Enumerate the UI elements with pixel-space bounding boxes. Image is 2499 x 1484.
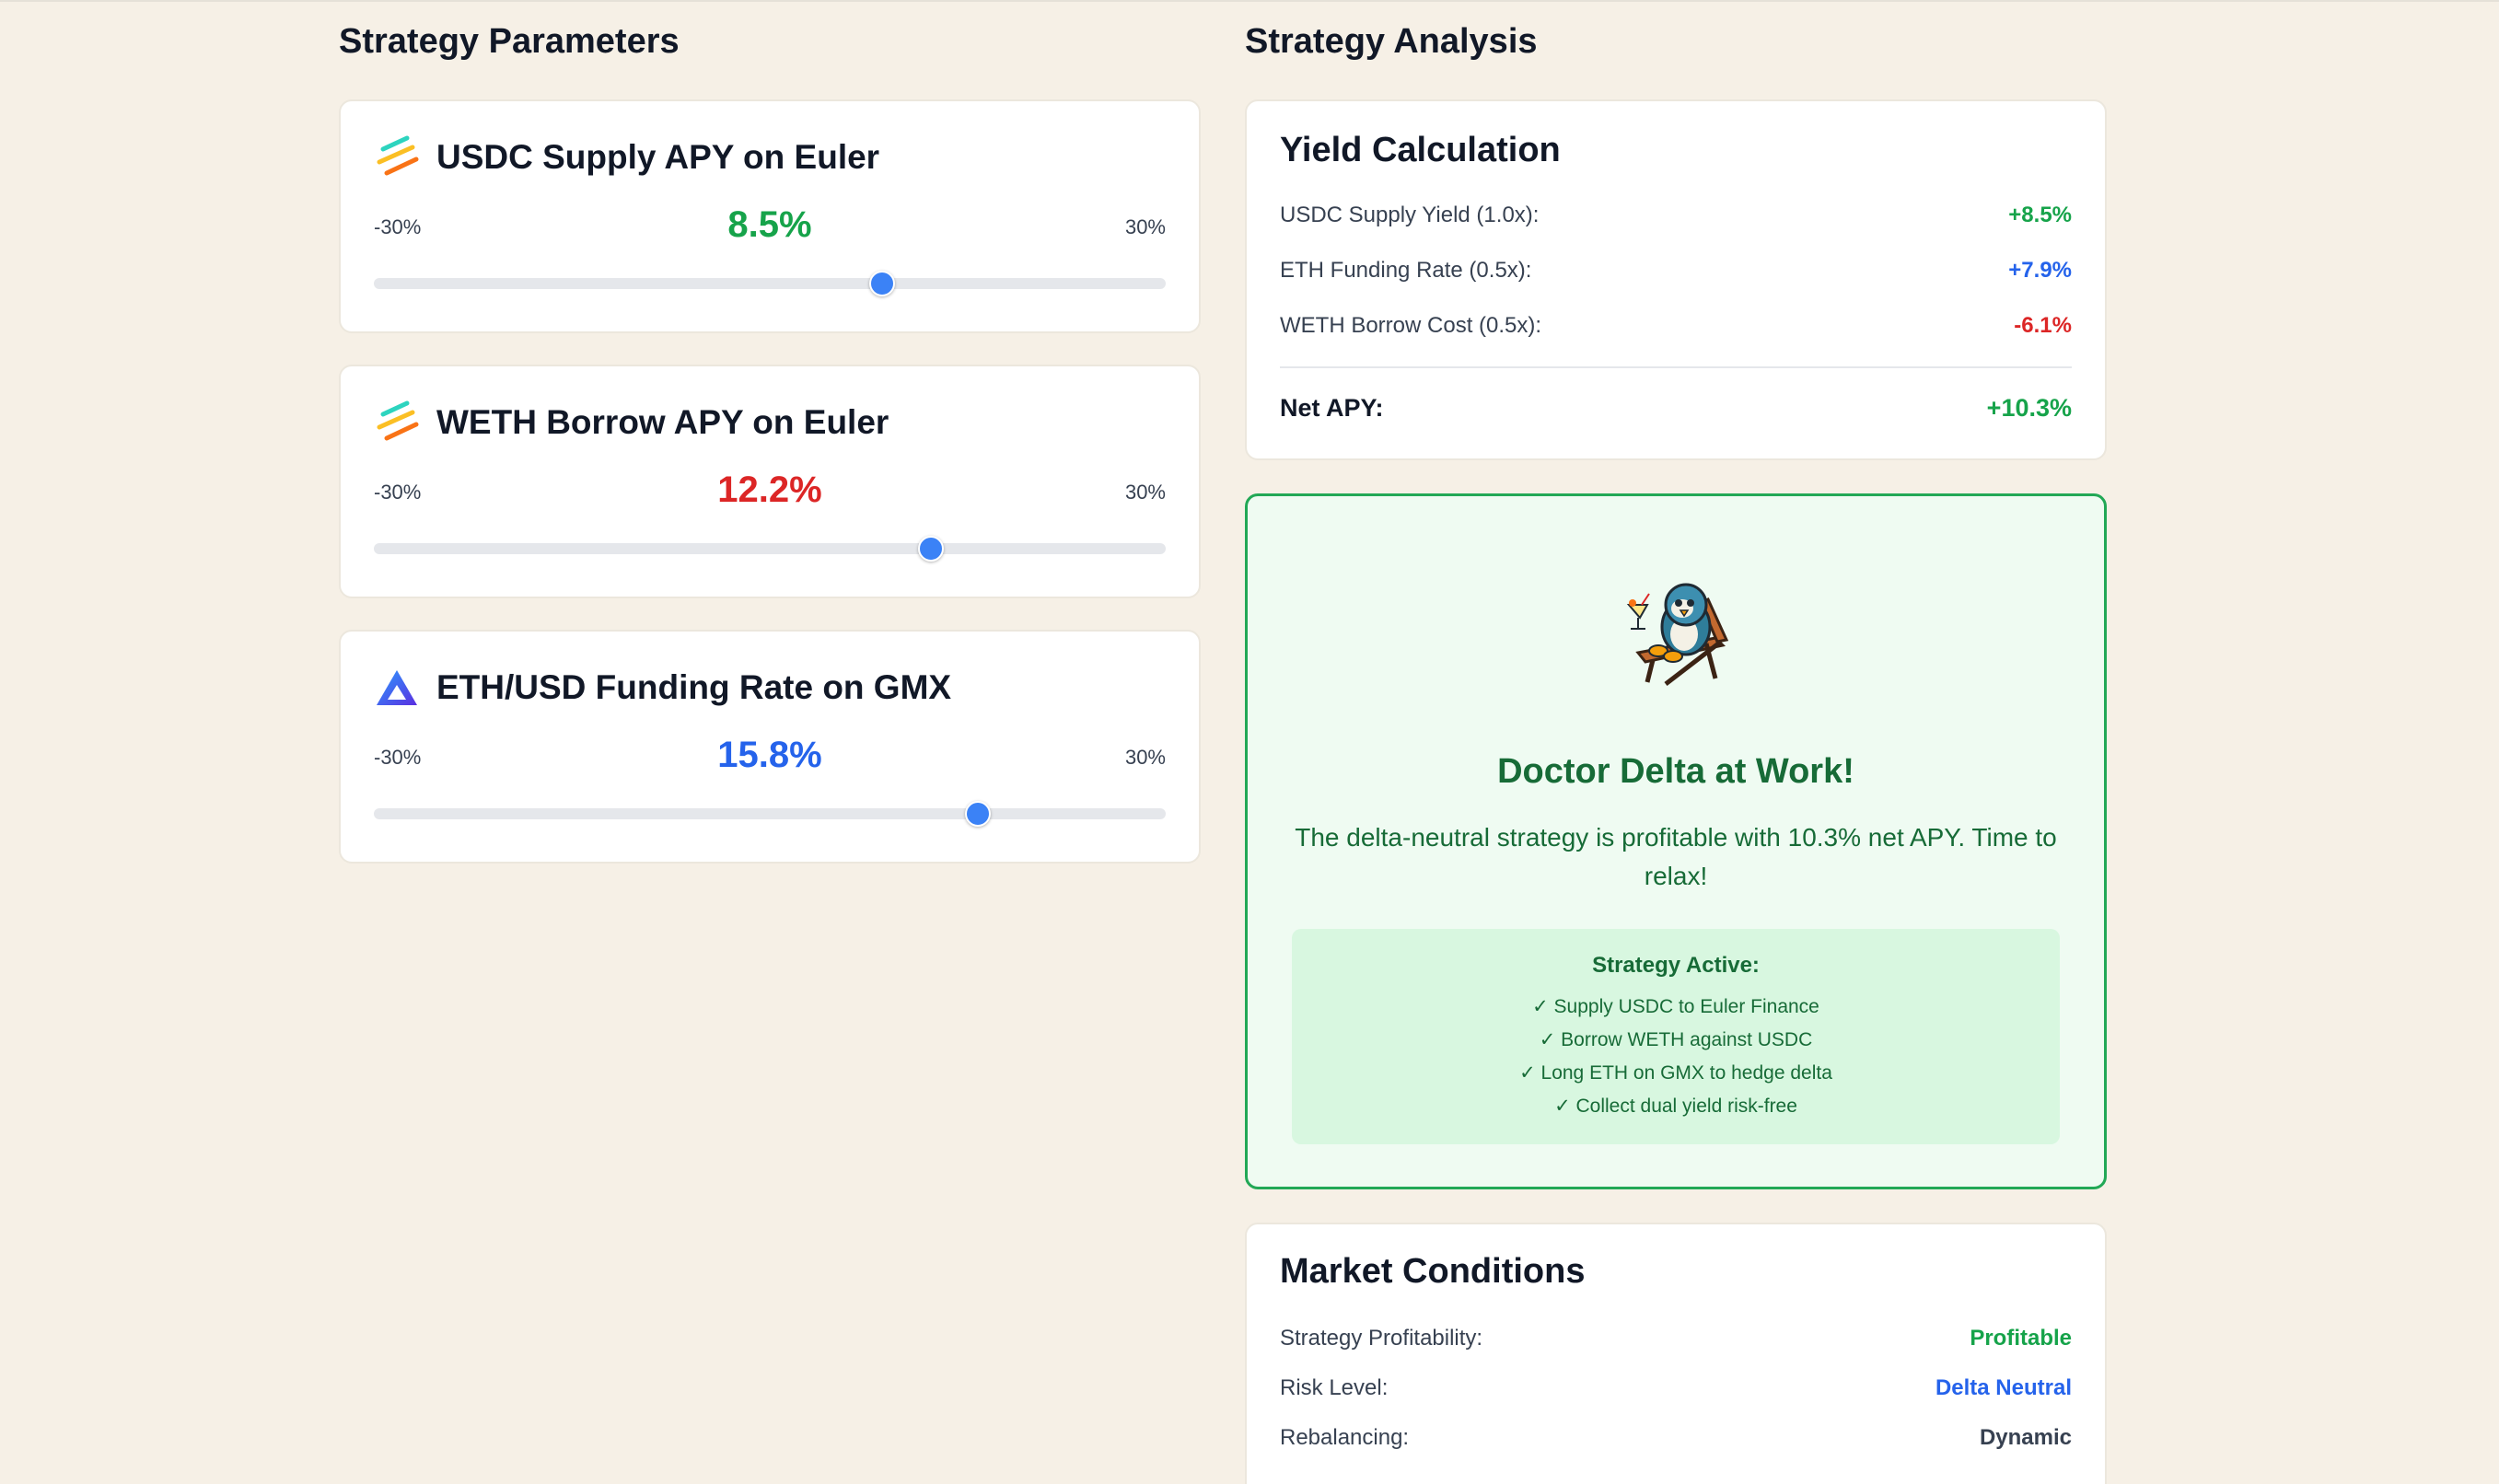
strategy-parameters-title: Strategy Parameters xyxy=(339,22,680,61)
yield-calculation-card: Yield Calculation USDC Supply Yield (1.0… xyxy=(1245,99,2107,460)
yield-row-label: WETH Borrow Cost (0.5x): xyxy=(1280,313,1542,338)
slider-thumb[interactable] xyxy=(965,801,992,827)
market-row-value: Delta Neutral xyxy=(1935,1375,2072,1400)
market-row-label: Risk Level: xyxy=(1280,1375,1389,1400)
yield-calculation-title: Yield Calculation xyxy=(1280,131,1561,169)
doctor-delta-title: Doctor Delta at Work! xyxy=(1497,752,1854,791)
weth-borrow-apy-card: WETH Borrow APY on Euler -30% 12.2% 30% xyxy=(339,365,1201,598)
gmx-logo-icon xyxy=(377,670,417,705)
yield-row-value: +7.9% xyxy=(2008,258,2072,283)
market-conditions-card: Market Conditions Strategy Profitability… xyxy=(1245,1223,2107,1484)
range-max-label: 30% xyxy=(1124,215,1166,238)
divider xyxy=(1280,366,2072,368)
strategy-active-item: ✓ Supply USDC to Euler Finance xyxy=(1532,996,1819,1017)
weth-borrow-slider[interactable] xyxy=(374,536,1166,562)
euler-logo-icon xyxy=(377,400,419,441)
slider-value: 15.8% xyxy=(717,735,822,775)
eth-funding-slider[interactable] xyxy=(374,801,1166,827)
strategy-active-item: ✓ Borrow WETH against USDC xyxy=(1539,1029,1813,1050)
net-apy-row: Net APY: +10.3% xyxy=(1280,388,2072,425)
net-apy-value: +10.3% xyxy=(1986,394,2072,422)
slider-title: USDC Supply APY on Euler xyxy=(436,138,880,176)
yield-row: ETH Funding Rate (0.5x): +7.9% xyxy=(1280,252,2072,289)
strategy-active-item: ✓ Collect dual yield risk-free xyxy=(1554,1096,1797,1117)
market-row: Risk Level: Delta Neutral xyxy=(1280,1370,2072,1407)
yield-row-value: +8.5% xyxy=(2008,203,2072,227)
slider-value: 12.2% xyxy=(717,470,822,510)
strategy-active-title: Strategy Active: xyxy=(1592,953,1760,978)
yield-row-label: ETH Funding Rate (0.5x): xyxy=(1280,258,1532,283)
slider-title: ETH/USD Funding Rate on GMX xyxy=(436,668,952,706)
usdc-supply-apy-card: USDC Supply APY on Euler -30% 8.5% 30% xyxy=(339,99,1201,333)
penguin-lounging-icon xyxy=(1626,583,1729,686)
slider-value: 8.5% xyxy=(727,204,812,245)
slider-thumb[interactable] xyxy=(917,536,944,562)
yield-row-label: USDC Supply Yield (1.0x): xyxy=(1280,203,1540,227)
usdc-supply-slider[interactable] xyxy=(374,271,1166,296)
market-row-value: Dynamic xyxy=(1979,1425,2072,1450)
euler-logo-icon xyxy=(377,135,419,176)
yield-row: WETH Borrow Cost (0.5x): -6.1% xyxy=(1280,307,2072,344)
strategy-active-item: ✓ Long ETH on GMX to hedge delta xyxy=(1519,1062,1832,1084)
market-row-label: Strategy Profitability: xyxy=(1280,1326,1483,1351)
strategy-analysis-title: Strategy Analysis xyxy=(1245,22,1538,61)
market-row: Rebalancing: Dynamic xyxy=(1280,1420,2072,1456)
yield-row-value: -6.1% xyxy=(2014,313,2072,338)
slider-thumb[interactable] xyxy=(868,271,895,296)
range-max-label: 30% xyxy=(1124,481,1166,504)
net-apy-label: Net APY: xyxy=(1280,394,1384,422)
market-row-label: Rebalancing: xyxy=(1280,1425,1410,1450)
market-row-value: Profitable xyxy=(1970,1326,2072,1351)
doctor-delta-card: Doctor Delta at Work! The delta-neutral … xyxy=(1245,493,2107,1189)
range-max-label: 30% xyxy=(1124,746,1166,769)
market-conditions-title: Market Conditions xyxy=(1280,1252,1586,1291)
strategy-active-box: Strategy Active: ✓ Supply USDC to Euler … xyxy=(1292,929,2060,1144)
market-row: Strategy Profitability: Profitable xyxy=(1280,1320,2072,1357)
eth-funding-rate-card: ETH/USD Funding Rate on GMX -30% 15.8% 3… xyxy=(339,630,1201,864)
slider-title: WETH Borrow APY on Euler xyxy=(436,403,889,441)
doctor-delta-message: The delta-neutral strategy is profitable… xyxy=(1295,823,2057,890)
yield-row: USDC Supply Yield (1.0x): +8.5% xyxy=(1280,197,2072,234)
